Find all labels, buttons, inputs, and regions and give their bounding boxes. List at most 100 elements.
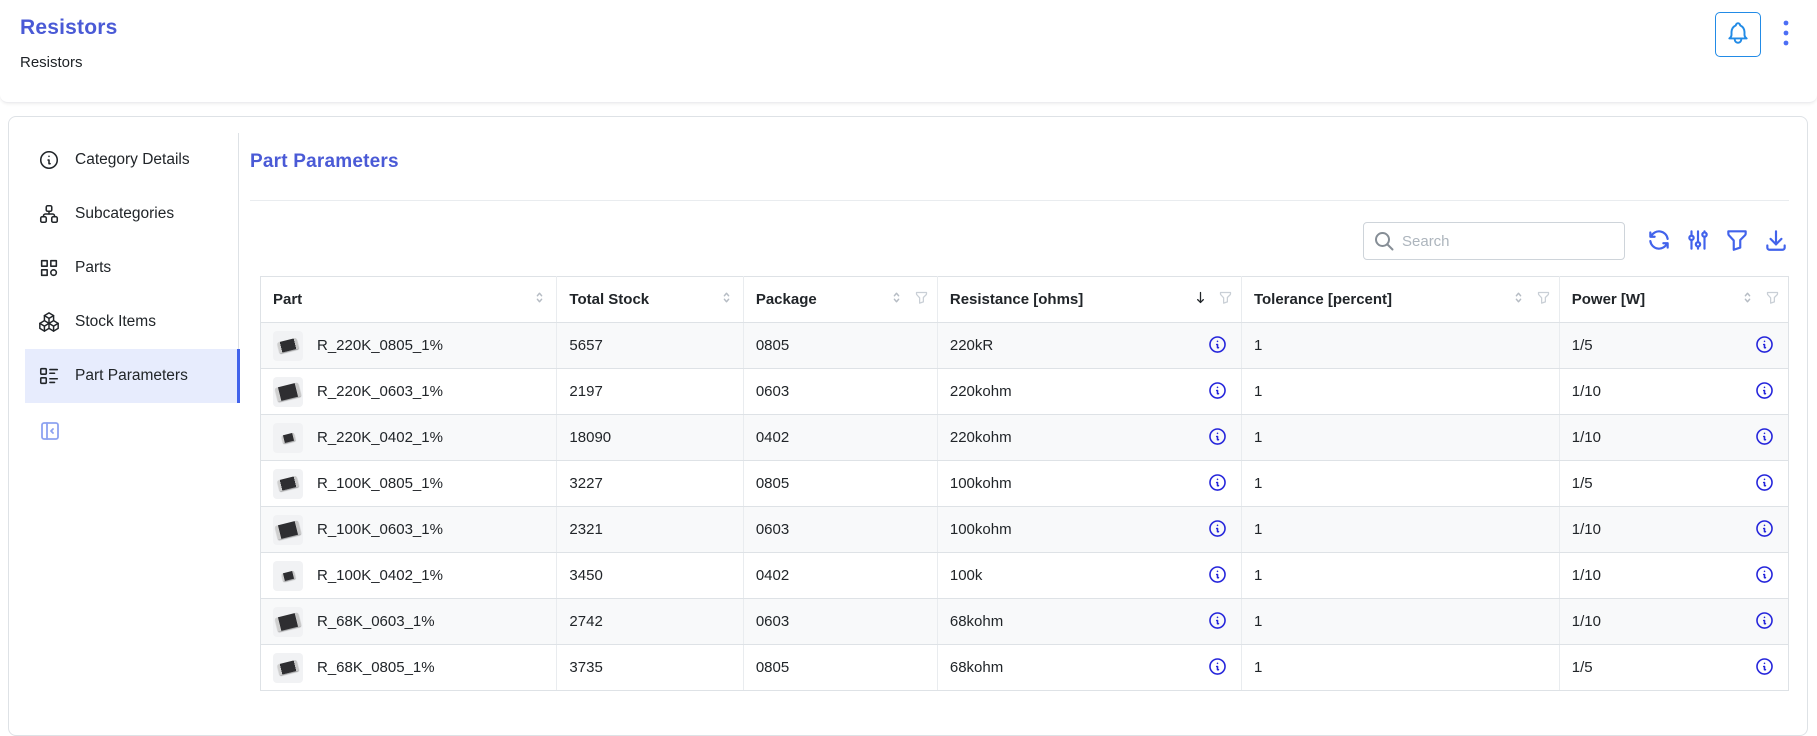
part-name: R_68K_0603_1% <box>317 613 435 630</box>
sidebar-item-stock-items[interactable]: Stock Items <box>25 295 240 349</box>
sidebar-collapse-button[interactable] <box>38 419 62 446</box>
column-header-total-stock[interactable]: Total Stock <box>557 277 743 323</box>
power-info-button[interactable] <box>1755 473 1780 495</box>
resistance-value: 220kohm <box>950 429 1012 446</box>
part-thumbnail <box>273 653 303 683</box>
topbar-actions <box>1715 12 1795 57</box>
resistance-info-button[interactable] <box>1208 427 1233 449</box>
table-row[interactable]: R_100K_0805_1%32270805100kohm11/5 <box>261 461 1789 507</box>
table-row[interactable]: R_100K_0402_1%34500402100k11/10 <box>261 553 1789 599</box>
column-header-package[interactable]: Package <box>743 277 937 323</box>
info-icon <box>1208 611 1227 633</box>
bell-icon <box>1725 20 1751 49</box>
part-name: R_220K_0603_1% <box>317 383 443 400</box>
table-row[interactable]: R_220K_0402_1%180900402220kohm11/10 <box>261 415 1789 461</box>
tolerance-value: 1 <box>1241 461 1559 507</box>
tolerance-value: 1 <box>1241 507 1559 553</box>
column-header-part[interactable]: Part <box>261 277 557 323</box>
info-icon <box>1208 565 1227 587</box>
package-value: 0805 <box>743 323 937 369</box>
table-row[interactable]: R_220K_0805_1%56570805220kR11/5 <box>261 323 1789 369</box>
category-icon <box>38 257 60 279</box>
part-name: R_100K_0402_1% <box>317 567 443 584</box>
divider <box>250 200 1789 201</box>
resistance-info-button[interactable] <box>1208 565 1233 587</box>
resistance-info-button[interactable] <box>1208 335 1233 357</box>
info-icon <box>1755 335 1774 357</box>
refresh-button[interactable] <box>1646 227 1672 256</box>
power-info-button[interactable] <box>1755 611 1780 633</box>
power-info-button[interactable] <box>1755 657 1780 679</box>
tolerance-value: 1 <box>1241 553 1559 599</box>
table-row[interactable]: R_68K_0805_1%3735080568kohm11/5 <box>261 645 1789 691</box>
sort-icon[interactable] <box>718 289 735 310</box>
part-thumbnail <box>273 331 303 361</box>
part-thumbnail <box>273 469 303 499</box>
resistance-info-button[interactable] <box>1208 473 1233 495</box>
resistance-info-button[interactable] <box>1208 611 1233 633</box>
resistance-info-button[interactable] <box>1208 657 1233 679</box>
column-header-resistance-ohms[interactable]: Resistance [ohms] <box>937 277 1241 323</box>
tolerance-value: 1 <box>1241 599 1559 645</box>
download-button[interactable] <box>1763 227 1789 256</box>
column-filter-icon[interactable] <box>1536 290 1551 309</box>
table-row[interactable]: R_100K_0603_1%23210603100kohm11/10 <box>261 507 1789 553</box>
adjustments-button[interactable] <box>1685 227 1711 256</box>
power-info-button[interactable] <box>1755 335 1780 357</box>
part-thumbnail <box>273 423 303 453</box>
table-row[interactable]: R_220K_0603_1%21970603220kohm11/10 <box>261 369 1789 415</box>
column-filter-icon[interactable] <box>1218 290 1233 309</box>
tolerance-value: 1 <box>1241 645 1559 691</box>
search-input[interactable] <box>1363 222 1625 260</box>
power-value: 1/10 <box>1572 429 1601 446</box>
total-stock-value: 3735 <box>557 645 743 691</box>
table-row[interactable]: R_68K_0603_1%2742060368kohm11/10 <box>261 599 1789 645</box>
part-thumbnail <box>273 377 303 407</box>
breadcrumb[interactable]: Resistors <box>20 54 1791 71</box>
resistance-value: 100k <box>950 567 983 584</box>
sort-desc-icon[interactable] <box>1192 289 1209 310</box>
info-circle-icon <box>38 149 60 171</box>
total-stock-value: 18090 <box>557 415 743 461</box>
resistance-info-button[interactable] <box>1208 519 1233 541</box>
resistance-value: 220kohm <box>950 383 1012 400</box>
power-value: 1/10 <box>1572 521 1601 538</box>
sidebar-item-subcategories[interactable]: Subcategories <box>25 187 240 241</box>
total-stock-value: 2321 <box>557 507 743 553</box>
notifications-button[interactable] <box>1715 12 1761 57</box>
column-header-power-w[interactable]: Power [W] <box>1559 277 1788 323</box>
column-filter-icon[interactable] <box>1765 290 1780 309</box>
power-info-button[interactable] <box>1755 519 1780 541</box>
sort-icon[interactable] <box>1510 289 1527 310</box>
sidebar-item-parts[interactable]: Parts <box>25 241 240 295</box>
overflow-menu-button[interactable] <box>1777 13 1795 56</box>
sort-icon[interactable] <box>888 289 905 310</box>
power-value: 1/5 <box>1572 475 1593 492</box>
info-icon <box>1755 657 1774 679</box>
total-stock-value: 2197 <box>557 369 743 415</box>
dots-menu-icon <box>1779 17 1793 52</box>
power-info-button[interactable] <box>1755 565 1780 587</box>
tolerance-value: 1 <box>1241 323 1559 369</box>
info-icon <box>1208 381 1227 403</box>
sitemap-icon <box>38 203 60 225</box>
column-label: Resistance [ohms] <box>950 291 1083 308</box>
sidebar-item-category-details[interactable]: Category Details <box>25 133 240 187</box>
column-label: Package <box>756 291 817 308</box>
column-label: Total Stock <box>569 291 649 308</box>
main-content: Part Parameters PartTotal StockPackageRe <box>239 117 1807 691</box>
sort-icon[interactable] <box>1739 289 1756 310</box>
column-header-tolerance-percent[interactable]: Tolerance [percent] <box>1241 277 1559 323</box>
filter-button[interactable] <box>1724 227 1750 256</box>
package-value: 0603 <box>743 507 937 553</box>
sidebar-item-part-parameters[interactable]: Part Parameters <box>25 349 240 403</box>
resistance-info-button[interactable] <box>1208 381 1233 403</box>
power-info-button[interactable] <box>1755 381 1780 403</box>
column-filter-icon[interactable] <box>914 290 929 309</box>
page-header: Resistors Resistors <box>0 0 1817 103</box>
info-icon <box>1755 519 1774 541</box>
refresh-icon <box>1646 227 1672 256</box>
power-info-button[interactable] <box>1755 427 1780 449</box>
resistance-value: 68kohm <box>950 613 1003 630</box>
sort-icon[interactable] <box>531 289 548 310</box>
